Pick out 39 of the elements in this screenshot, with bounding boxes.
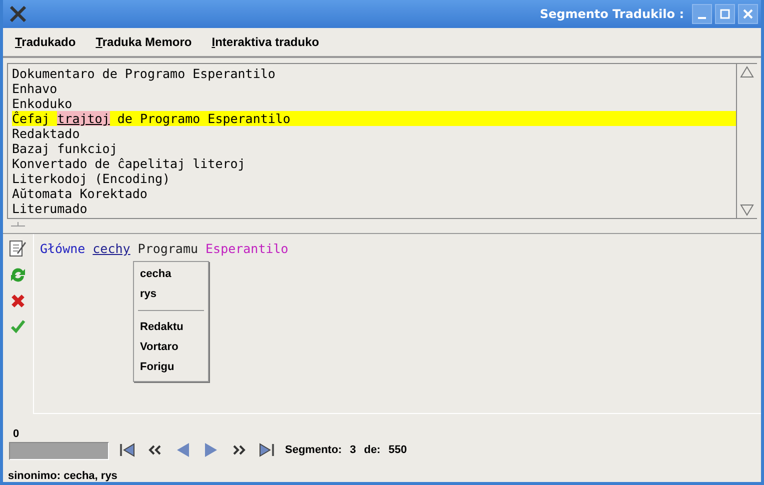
status-text: sinonimo: cecha, rys bbox=[7, 469, 118, 482]
edit-icon[interactable] bbox=[9, 239, 27, 257]
total-label: de: bbox=[364, 444, 380, 456]
segment-row[interactable]: Konvertado de ĉapelitaj literoj bbox=[12, 156, 736, 171]
segment-row[interactable]: Redaktado bbox=[12, 126, 736, 141]
context-menu-item[interactable]: Redaktu bbox=[134, 317, 208, 337]
segment-row[interactable]: Bazaj funkcioj bbox=[12, 141, 736, 156]
scroll-down-icon[interactable] bbox=[740, 204, 754, 216]
segment-row[interactable]: Dokumentaro de Programo Esperantilo bbox=[12, 66, 736, 81]
refresh-icon[interactable] bbox=[9, 266, 27, 284]
segment-row[interactable]: Aŭtomata Korektado bbox=[12, 186, 736, 201]
segment-row[interactable]: Enhavo bbox=[12, 81, 736, 96]
app-logo-icon bbox=[9, 6, 27, 22]
delete-icon[interactable] bbox=[10, 293, 26, 309]
segment-number: 3 bbox=[350, 444, 356, 456]
window-title: Segmento Tradukilo : bbox=[540, 7, 684, 21]
translation-editor[interactable]: Główne cechy Programu Esperantilo cecha rys Redaktu Vortaro Forigu bbox=[33, 234, 761, 414]
segment-row[interactable]: Literumado bbox=[12, 201, 736, 216]
segment-label: Segmento: bbox=[285, 444, 342, 456]
segment-row[interactable]: Ĉefaj trajtoj de Programo Esperantilo bbox=[12, 111, 736, 126]
segment-row[interactable]: Enkoduko bbox=[12, 96, 736, 111]
context-menu-item[interactable]: Vortaro bbox=[134, 337, 208, 357]
context-menu-item[interactable]: cecha bbox=[134, 264, 208, 284]
menu-item[interactable]: Interaktiva traduko bbox=[210, 35, 322, 49]
checkmark-icon[interactable] bbox=[10, 318, 26, 334]
scroll-up-icon[interactable] bbox=[740, 66, 754, 78]
close-button[interactable] bbox=[738, 4, 758, 24]
progress-value: 0 bbox=[12, 428, 20, 440]
minimize-button[interactable] bbox=[692, 4, 712, 24]
context-menu-item[interactable]: rys bbox=[134, 284, 208, 304]
segment-row[interactable]: Literkodoj (Encoding) bbox=[12, 171, 736, 186]
menu-item[interactable]: Traduka Memoro bbox=[94, 35, 194, 49]
minimize-icon bbox=[698, 17, 706, 19]
close-icon bbox=[743, 9, 753, 19]
total-count: 550 bbox=[388, 444, 407, 456]
context-menu-item[interactable]: Forigu bbox=[134, 357, 208, 377]
menu-item[interactable]: Tradukado bbox=[13, 35, 78, 49]
maximize-icon bbox=[720, 9, 730, 19]
maximize-button[interactable] bbox=[715, 4, 735, 24]
